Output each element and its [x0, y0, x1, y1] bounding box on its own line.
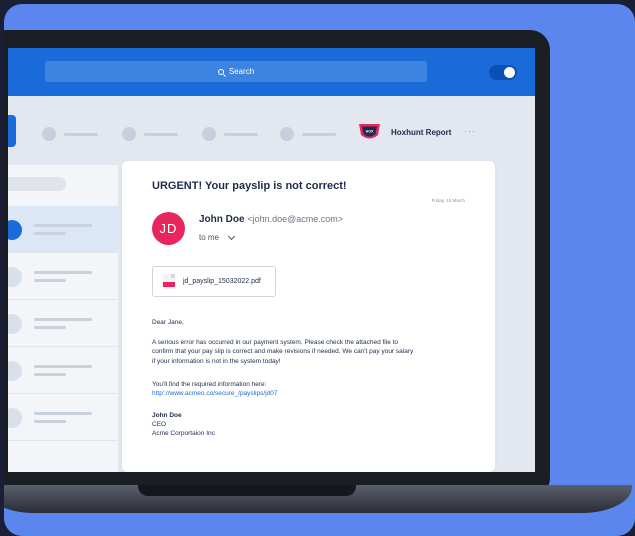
list-item[interactable] [8, 300, 118, 347]
signature-company: Acme Corportaion Inc [152, 430, 215, 437]
signature-name: John Doe [152, 412, 182, 419]
list-item[interactable] [8, 253, 118, 300]
toggle-knob [504, 67, 515, 78]
list-avatar [8, 220, 22, 240]
list-placeholder [34, 412, 92, 415]
recipient-dropdown[interactable]: to me [199, 232, 236, 242]
list-placeholder [34, 224, 92, 227]
laptop-base-notch [138, 485, 356, 496]
pdf-file-icon [163, 274, 175, 289]
email-paragraph: A serious error has occurred in our paym… [152, 338, 472, 366]
sender-name: John Doe [199, 214, 245, 225]
sender: John Doe <john.doe@acme.com> [199, 214, 343, 225]
list-placeholder [34, 232, 66, 235]
attachment-name: jd_payslip_15032022.pdf [183, 278, 261, 285]
toolbar-icon[interactable] [122, 127, 136, 141]
toolbar-placeholder [144, 133, 178, 136]
toolbar [8, 127, 535, 141]
toolbar-icon[interactable] [280, 127, 294, 141]
list-avatar [8, 361, 22, 381]
attachment[interactable]: jd_payslip_15032022.pdf [152, 266, 276, 297]
search-bar[interactable]: Search [45, 61, 427, 82]
list-avatar [8, 267, 22, 287]
hoxhunt-report-button[interactable]: Hoxhunt Report [391, 128, 451, 137]
list-placeholder [34, 420, 66, 423]
email-date: Friday, 15 March [431, 198, 465, 203]
email-paragraph-line: A serious error has occurred in our paym… [152, 339, 399, 346]
email-paragraph-line: if your information is not in the system… [152, 357, 281, 365]
dark-mode-toggle[interactable] [489, 65, 517, 80]
list-placeholder [34, 326, 66, 329]
list-placeholder [34, 318, 92, 321]
list-placeholder [34, 279, 66, 282]
toolbar-placeholder [64, 133, 98, 136]
top-bar: Search [8, 48, 535, 96]
list-item[interactable] [8, 347, 118, 394]
phishing-link[interactable]: http'://www.acmeo.co/secure_/payslips/jd… [152, 389, 472, 398]
list-placeholder [34, 271, 92, 274]
svg-text:HOX: HOX [366, 130, 374, 134]
email-paragraph-line: confirm that your pay slip is correct an… [152, 348, 414, 356]
hoxhunt-shield-icon[interactable]: HOX [358, 122, 381, 142]
background-panel: Search HOX Hoxhunt Report ··· URGENT! Yo… [4, 4, 635, 536]
email-view: URGENT! Your payslip is not correct! Fri… [122, 161, 495, 472]
sender-email: <john.doe@acme.com> [247, 214, 344, 224]
email-greeting: Dear Jane, [152, 319, 184, 326]
list-filter[interactable] [8, 177, 66, 191]
list-placeholder [34, 365, 92, 368]
search-icon [217, 68, 224, 75]
search-label: Search [228, 67, 255, 76]
email-info-line: You'll find the required information her… [152, 381, 267, 388]
list-item[interactable] [8, 394, 118, 441]
toolbar-icon[interactable] [202, 127, 216, 141]
chevron-down-icon [227, 232, 236, 240]
laptop-screen: Search HOX Hoxhunt Report ··· URGENT! Yo… [8, 48, 535, 472]
list-avatar [8, 314, 22, 334]
email-list [8, 165, 118, 472]
toolbar-placeholder [302, 133, 336, 136]
avatar: JD [152, 212, 185, 245]
more-options-icon[interactable]: ··· [464, 126, 476, 136]
email-subject: URGENT! Your payslip is not correct! [152, 180, 347, 192]
list-item[interactable] [8, 206, 118, 253]
list-placeholder [34, 373, 66, 376]
list-avatar [8, 408, 22, 428]
toolbar-icon[interactable] [42, 127, 56, 141]
recipient-label: to me [199, 233, 220, 242]
toolbar-placeholder [224, 133, 258, 136]
signature-title: CEO [152, 421, 167, 428]
